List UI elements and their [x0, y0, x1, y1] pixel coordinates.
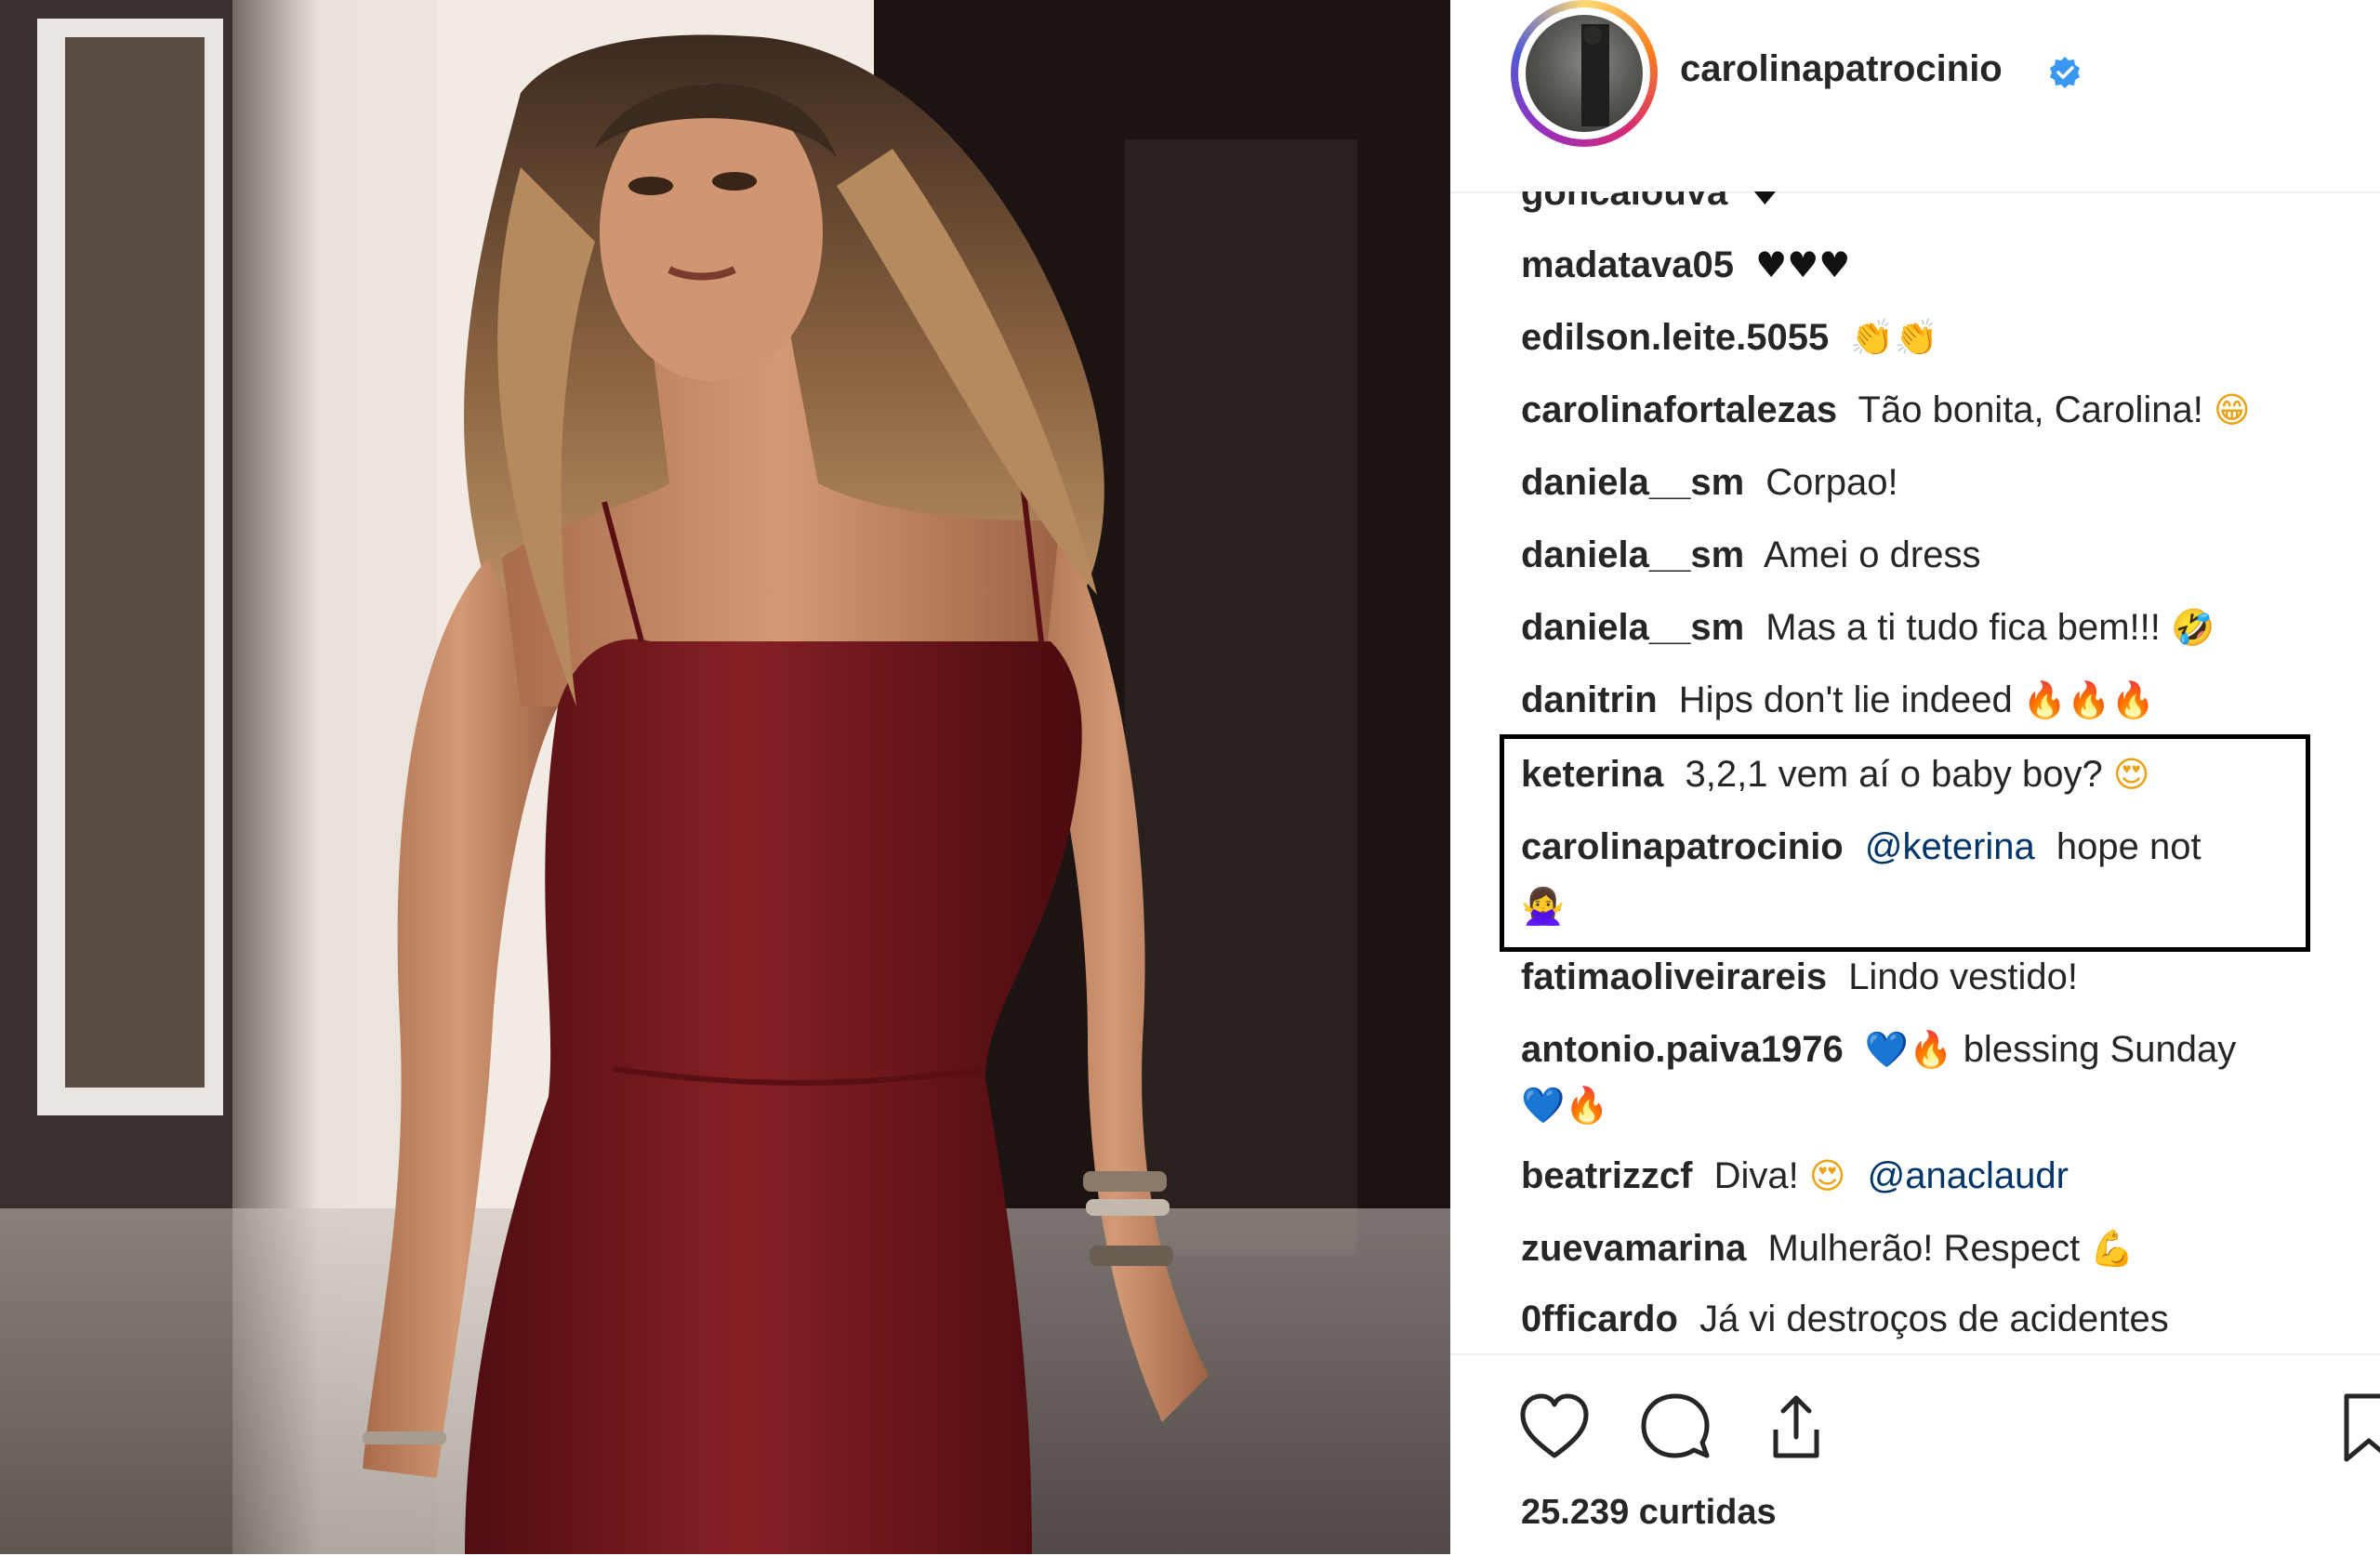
comment-text: Lindo vestido! — [1848, 956, 2079, 997]
comment-text: Hips don't lie indeed — [1678, 679, 2013, 720]
post-header: carolinapatrocinio — [1450, 0, 2380, 193]
comment-item: goncalouva ♥ — [1521, 191, 1780, 219]
comment-item: zuevamarina Mulherão! Respect 💪 — [1521, 1221, 2135, 1275]
heart-eyes-emoji: 😍 — [1808, 1155, 1846, 1196]
comment-username[interactable]: carolinafortalezas — [1521, 389, 1837, 430]
comment-username[interactable]: 0fficardo — [1521, 1299, 1678, 1339]
comment-text: Mas a ti tudo fica bem!!! — [1765, 607, 2161, 648]
comment-item: antonio.paiva1976 💙🔥 blessing Sunday — [1521, 1022, 2236, 1076]
comment-item: danitrin Hips don't lie indeed 🔥🔥🔥 — [1521, 673, 2155, 727]
comment-item: daniela__sm Mas a ti tudo fica bem!!! 🤣 — [1521, 600, 2215, 654]
comment-text: blessing Sunday — [1963, 1029, 2237, 1070]
avatar-image — [1526, 15, 1643, 132]
comment-item: edilson.leite.5055 👏👏 — [1521, 310, 1938, 364]
comment-mention[interactable]: @anaclaudr — [1868, 1155, 2069, 1196]
blue-heart-fire-emoji: 💙🔥 — [1521, 1085, 1609, 1126]
share-icon[interactable] — [1757, 1389, 1835, 1467]
comment-text: Amei o dress — [1764, 534, 1981, 575]
comment-username[interactable]: daniela__sm — [1521, 462, 1744, 503]
verified-badge-icon — [2050, 57, 2080, 88]
avatar[interactable] — [1511, 0, 1658, 147]
comment-username[interactable]: zuevamarina — [1521, 1228, 1746, 1269]
post-photo[interactable] — [0, 0, 1450, 1554]
comment-continuation: 💙🔥 — [1521, 1078, 1609, 1132]
fire-emoji: 🔥🔥🔥 — [2022, 679, 2155, 720]
comment-username[interactable]: madatava05 — [1521, 244, 1734, 285]
hearts-emoji: ♥♥♥ — [1755, 244, 1851, 285]
comment-item: madatava05 ♥♥♥ — [1521, 238, 1850, 292]
heart-icon[interactable] — [1515, 1389, 1593, 1467]
comment-username[interactable]: edilson.leite.5055 — [1521, 317, 1829, 358]
comment-username[interactable]: daniela__sm — [1521, 607, 1744, 648]
bookmark-icon[interactable] — [2334, 1389, 2380, 1467]
flexed-biceps-emoji: 💪 — [2090, 1228, 2135, 1269]
highlight-box — [1500, 734, 2310, 952]
comment-item: beatrizzcf Diva! 😍 @anaclaudr — [1521, 1149, 2080, 1203]
comment-username[interactable]: fatimaoliveirareis — [1521, 956, 1827, 997]
comment-item: fatimaoliveirareis Lindo vestido! — [1521, 950, 2078, 1004]
comment-username[interactable]: antonio.paiva1976 — [1521, 1029, 1844, 1070]
comment-item: daniela__sm Corpao! — [1521, 455, 1898, 509]
comment-username[interactable]: danitrin — [1521, 679, 1658, 720]
comment-text: Já vi destroços de acidentes — [1699, 1299, 2169, 1339]
comment-text: Corpao! — [1765, 462, 1898, 503]
comment-username[interactable]: daniela__sm — [1521, 534, 1744, 575]
rofl-emoji: 🤣 — [2171, 607, 2215, 648]
comment-item: daniela__sm Amei o dress — [1521, 528, 1980, 582]
comment-username[interactable]: goncalouva — [1521, 191, 1727, 213]
comment-username[interactable]: beatrizzcf — [1521, 1155, 1693, 1196]
clap-emoji: 👏👏 — [1850, 317, 1939, 358]
comment-text: Diva! — [1713, 1155, 1799, 1196]
heart-emoji: ♥ — [1749, 191, 1781, 213]
author-username[interactable]: carolinapatrocinio — [1680, 48, 2003, 90]
post-photo-illustration — [0, 0, 1450, 1554]
comment-item: 0fficardo Já vi destroços de acidentes — [1521, 1292, 2169, 1346]
comment-text: Tão bonita, Carolina! — [1858, 389, 2203, 430]
comment-item: carolinafortalezas Tão bonita, Carolina!… — [1521, 383, 2251, 437]
comment-icon[interactable] — [1636, 1389, 1714, 1467]
grin-emoji: 😁 — [2213, 389, 2251, 430]
post-actions: 25.239 curtidas — [1450, 1353, 2380, 1556]
likes-count[interactable]: 25.239 curtidas — [1521, 1493, 1777, 1533]
comment-text: Mulherão! Respect — [1767, 1228, 2081, 1269]
blue-heart-fire-emoji: 💙🔥 — [1864, 1029, 1953, 1070]
